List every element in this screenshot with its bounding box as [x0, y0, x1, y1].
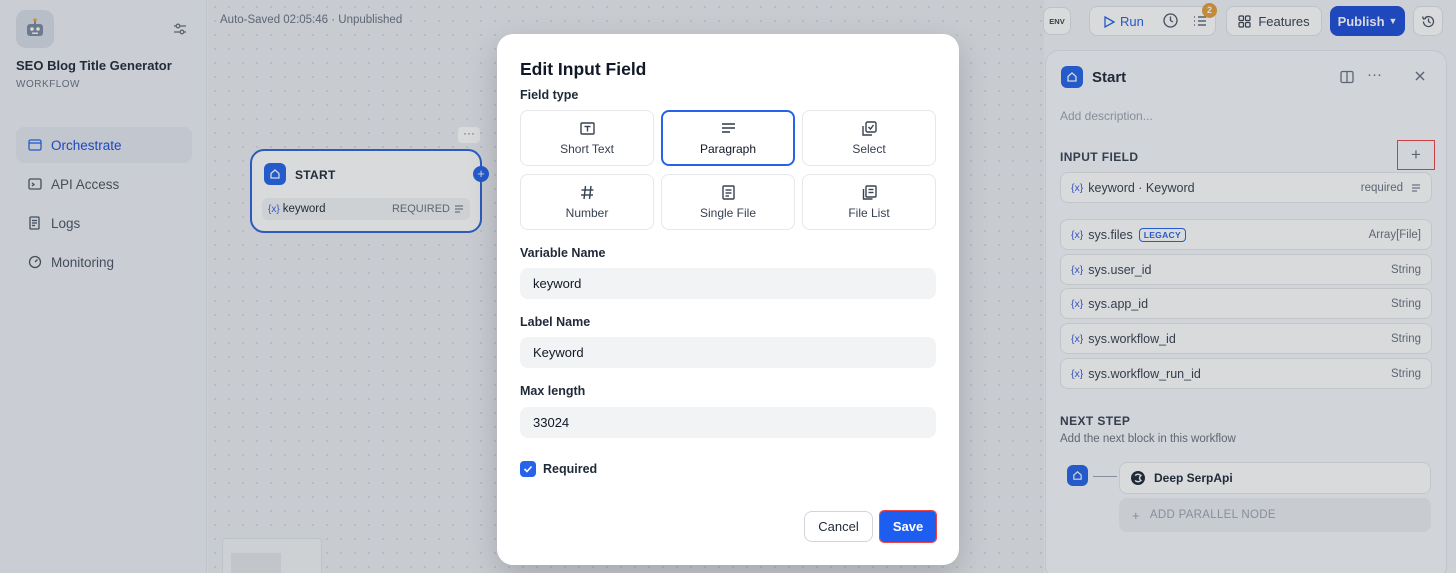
cancel-button[interactable]: Cancel	[804, 511, 873, 542]
field-type-label-text: Select	[852, 142, 886, 156]
field-type-paragraph[interactable]: Paragraph	[661, 110, 795, 166]
required-checkbox-label[interactable]: Required	[543, 462, 597, 476]
label-name-input[interactable]	[520, 337, 936, 368]
files-icon	[862, 185, 877, 200]
field-type-label-text: Number	[565, 206, 609, 220]
field-type-single-file[interactable]: Single File	[661, 174, 795, 230]
variable-name-label: Variable Name	[520, 246, 606, 260]
label-name-label: Label Name	[520, 315, 591, 329]
field-type-number[interactable]: Number	[520, 174, 654, 230]
checkmark-icon	[523, 465, 533, 473]
field-type-label-text: File List	[848, 206, 890, 220]
field-type-label-text: Single File	[699, 206, 757, 220]
max-length-input[interactable]	[520, 407, 936, 438]
field-type-select[interactable]: Select	[802, 110, 936, 166]
hash-icon	[580, 185, 593, 200]
text-box-icon	[579, 122, 595, 135]
save-button[interactable]: Save	[879, 510, 937, 543]
edit-input-field-modal: Edit Input Field Field type Short Text P…	[497, 34, 959, 565]
field-type-label-text: Paragraph	[699, 142, 757, 156]
field-type-label-text: Short Text	[560, 142, 614, 156]
field-type-file-list[interactable]: File List	[802, 174, 936, 230]
variable-name-input[interactable]	[520, 268, 936, 299]
field-type-short-text[interactable]: Short Text	[520, 110, 654, 166]
paragraph-icon	[721, 123, 735, 133]
file-icon	[721, 185, 735, 200]
required-checkbox[interactable]	[520, 461, 536, 477]
checkbox-stack-icon	[861, 121, 877, 136]
max-length-label: Max length	[520, 384, 586, 398]
field-type-label: Field type	[520, 88, 579, 102]
modal-title: Edit Input Field	[520, 59, 647, 79]
